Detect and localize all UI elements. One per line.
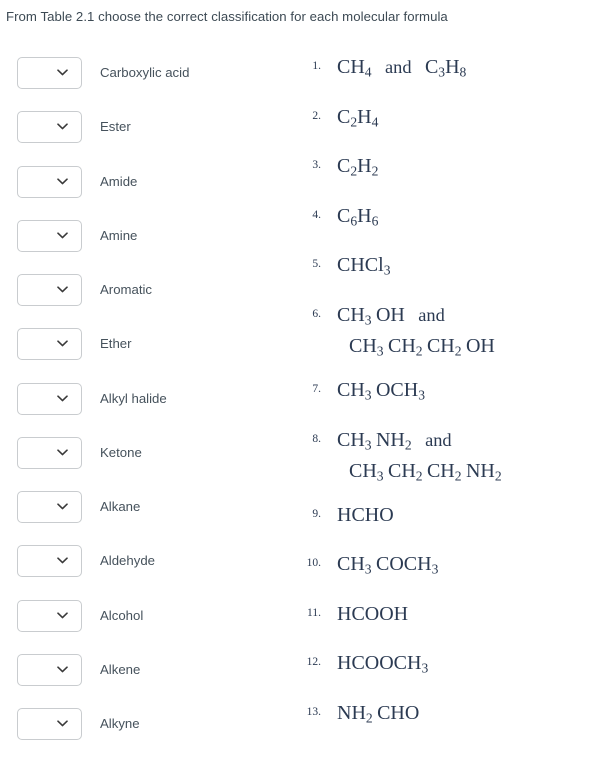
classification-select-carboxylic-acid[interactable] [17, 57, 82, 89]
formula-number: 9. [312, 507, 321, 520]
classification-select-aromatic[interactable] [17, 274, 82, 306]
classification-row: Alkyne [0, 708, 295, 762]
classification-row: Carboxylic acid [0, 57, 295, 111]
classification-label-ester: Ester [100, 119, 131, 135]
classification-row: Alkane [0, 491, 295, 545]
classification-label-aromatic: Aromatic [100, 282, 153, 297]
formula-number: 12. [306, 656, 321, 669]
formula-number: 4. [312, 208, 321, 221]
chevron-down-icon [57, 340, 68, 347]
classification-select-ketone[interactable] [17, 436, 82, 469]
classification-row: Ester [0, 111, 295, 165]
classification-label-alkene: Alkene [100, 661, 141, 677]
formula-text: CH3 OH and CH3 CH2 CH2 OH [337, 303, 495, 359]
formula-text: CH3 COCH3 [337, 553, 439, 577]
classification-label-carboxylic-acid: Carboxylic acid [100, 65, 190, 80]
formula-item: 11. HCOOH [295, 599, 595, 649]
formula-number: 2. [312, 109, 321, 122]
classification-select-amide[interactable] [17, 165, 82, 198]
classification-label-alkane: Alkane [100, 499, 141, 514]
formula-number: 11. [307, 606, 321, 619]
formula-text: C6H6 [337, 204, 379, 229]
classification-select-amine[interactable] [17, 219, 82, 252]
classification-label-ketone: Ketone [100, 444, 142, 460]
classification-label-ether: Ether [100, 336, 132, 352]
formula-item: 3. C2H2 [295, 151, 595, 201]
chevron-down-icon [57, 232, 68, 239]
chevron-down-icon [57, 557, 68, 564]
formula-number: 10. [306, 557, 321, 570]
classification-row: Aromatic [0, 274, 295, 328]
classification-select-alkyl-halide[interactable] [17, 382, 82, 415]
formula-text: C2H2 [337, 155, 379, 179]
formula-item: 6. CH3 OH and CH3 CH2 CH2 OH [295, 300, 595, 375]
formula-number: 6. [312, 307, 321, 320]
chevron-down-icon [57, 720, 68, 727]
formula-text: NH2 CHO [337, 701, 420, 726]
classification-label-alkyne: Alkyne [100, 716, 140, 731]
formula-item: 8. CH3 NH2 and CH3 CH2 CH2 NH2 [295, 425, 595, 500]
chevron-down-icon [57, 449, 68, 456]
classification-label-alkyl-halide: Alkyl halide [100, 390, 167, 406]
formula-text: HCOOCH3 [337, 652, 429, 676]
classification-label-amide: Amide [100, 173, 138, 189]
chevron-down-icon [57, 177, 68, 185]
chevron-down-icon [57, 503, 68, 510]
formula-item: 10. CH3 COCH3 [295, 549, 595, 599]
formula-text: CHCl3 [337, 254, 391, 278]
chevron-down-icon [57, 666, 68, 673]
formula-number: 8. [312, 432, 321, 445]
formula-item: 2. C2H4 [295, 102, 595, 152]
classification-row: Alkyl halide [0, 382, 295, 437]
formula-text: C2H4 [337, 105, 379, 129]
formula-item: 12. HCOOCH3 [295, 648, 595, 698]
classification-list: Carboxylic acid Ester Amide Amine Aromatic Et… [0, 57, 295, 762]
formula-text: CH3 OCH3 [337, 378, 426, 403]
formula-item: 1. CH4 and C3H8 [295, 52, 595, 102]
formula-item: 9. HCHO [295, 500, 595, 550]
formula-text: HCOOH [337, 602, 409, 625]
chevron-down-icon [57, 69, 68, 76]
classification-select-ester[interactable] [17, 111, 82, 144]
formula-text: HCHO [337, 503, 394, 526]
formula-item: 4. C6H6 [295, 201, 595, 251]
classification-label-alcohol: Alcohol [100, 607, 144, 623]
formula-text: CH4 and C3H8 [337, 56, 467, 80]
classification-select-alkene[interactable] [17, 653, 82, 686]
formula-item: 7. CH3 OCH3 [295, 375, 595, 425]
classification-row: Amide [0, 165, 295, 220]
classification-row: Alcohol [0, 599, 295, 654]
classification-label-amine: Amine [100, 227, 138, 243]
classification-select-ether[interactable] [17, 328, 82, 361]
formula-list: 1. CH4 and C3H8 2. C2H4 3. C2H2 4. C6H6 5. CHCl3 6. C… [295, 52, 595, 748]
chevron-down-icon [57, 611, 68, 619]
classification-row: Ketone [0, 436, 295, 491]
formula-number: 5. [312, 258, 321, 271]
classification-row: Aldehyde [0, 545, 295, 599]
formula-item: 5. CHCl3 [295, 250, 595, 300]
classification-select-aldehyde[interactable] [17, 545, 82, 578]
chevron-down-icon [57, 394, 68, 402]
classification-select-alkane[interactable] [17, 491, 82, 523]
classification-row: Ether [0, 328, 295, 382]
chevron-down-icon [57, 123, 68, 130]
classification-label-aldehyde: Aldehyde [100, 553, 155, 569]
classification-select-alcohol[interactable] [17, 599, 82, 632]
classification-select-alkyne[interactable] [17, 708, 82, 740]
page-title: From Table 2.1 choose the correct classi… [6, 9, 448, 24]
chevron-down-icon [57, 286, 68, 293]
formula-number: 1. [312, 60, 321, 72]
classification-row: Alkene [0, 653, 295, 708]
formula-number: 13. [306, 705, 321, 718]
formula-text: CH3 NH2 and CH3 CH2 CH2 NH2 [337, 428, 502, 483]
formula-number: 3. [312, 159, 321, 172]
classification-row: Amine [0, 219, 295, 274]
formula-item: 13. NH2 CHO [295, 698, 595, 748]
formula-number: 7. [312, 382, 321, 395]
